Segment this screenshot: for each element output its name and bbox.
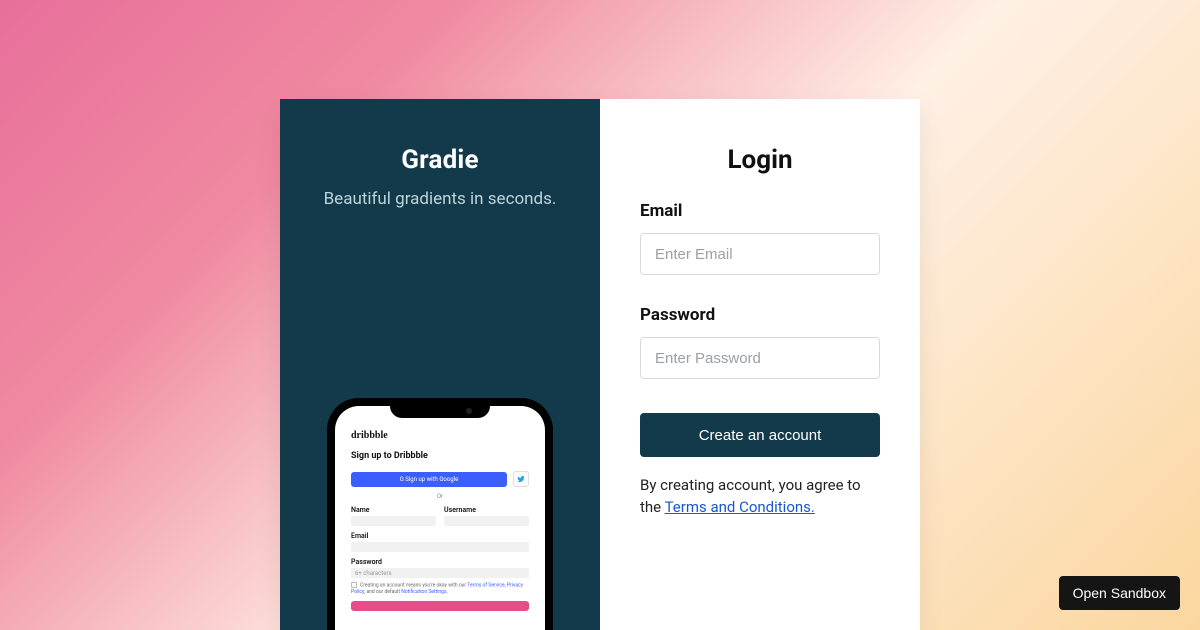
- login-panel: Login Email Password Create an account B…: [600, 99, 920, 630]
- phone-username-label: Username: [444, 506, 529, 514]
- auth-card: Gradie Beautiful gradients in seconds. d…: [280, 99, 920, 630]
- phone-password-input: 6+ characters: [351, 568, 529, 578]
- phone-title: Sign up to Dribbble: [351, 451, 529, 461]
- phone-notch: [390, 398, 490, 418]
- open-sandbox-button[interactable]: Open Sandbox: [1059, 576, 1180, 610]
- phone-mockup: dribbble Sign up to Dribbble G Sign up w…: [327, 398, 553, 630]
- brand-panel: Gradie Beautiful gradients in seconds. d…: [280, 99, 600, 630]
- phone-email-input: [351, 542, 529, 552]
- phone-terms-text: Creating an account means you're okay wi…: [351, 582, 529, 595]
- phone-name-input: [351, 516, 436, 526]
- brand-tagline: Beautiful gradients in seconds.: [324, 189, 557, 209]
- terms-disclaimer: By creating account, you agree to the Te…: [640, 475, 880, 519]
- create-account-button[interactable]: Create an account: [640, 413, 880, 457]
- phone-password-label: Password: [351, 558, 529, 566]
- password-input[interactable]: [640, 337, 880, 379]
- terms-link[interactable]: Terms and Conditions.: [665, 498, 815, 516]
- brand-name: Gradie: [401, 145, 479, 175]
- email-label: Email: [640, 201, 880, 221]
- twitter-icon: [513, 471, 529, 487]
- phone-screen: dribbble Sign up to Dribbble G Sign up w…: [335, 406, 545, 630]
- phone-or-divider: Or: [351, 493, 529, 500]
- phone-create-button: [351, 601, 529, 611]
- phone-google-button: G Sign up with Google: [351, 472, 507, 487]
- phone-name-label: Name: [351, 506, 436, 514]
- phone-email-label: Email: [351, 532, 529, 540]
- phone-logo: dribbble: [351, 430, 529, 441]
- password-label: Password: [640, 305, 880, 325]
- phone-username-input: [444, 516, 529, 526]
- email-input[interactable]: [640, 233, 880, 275]
- login-title: Login: [640, 145, 880, 175]
